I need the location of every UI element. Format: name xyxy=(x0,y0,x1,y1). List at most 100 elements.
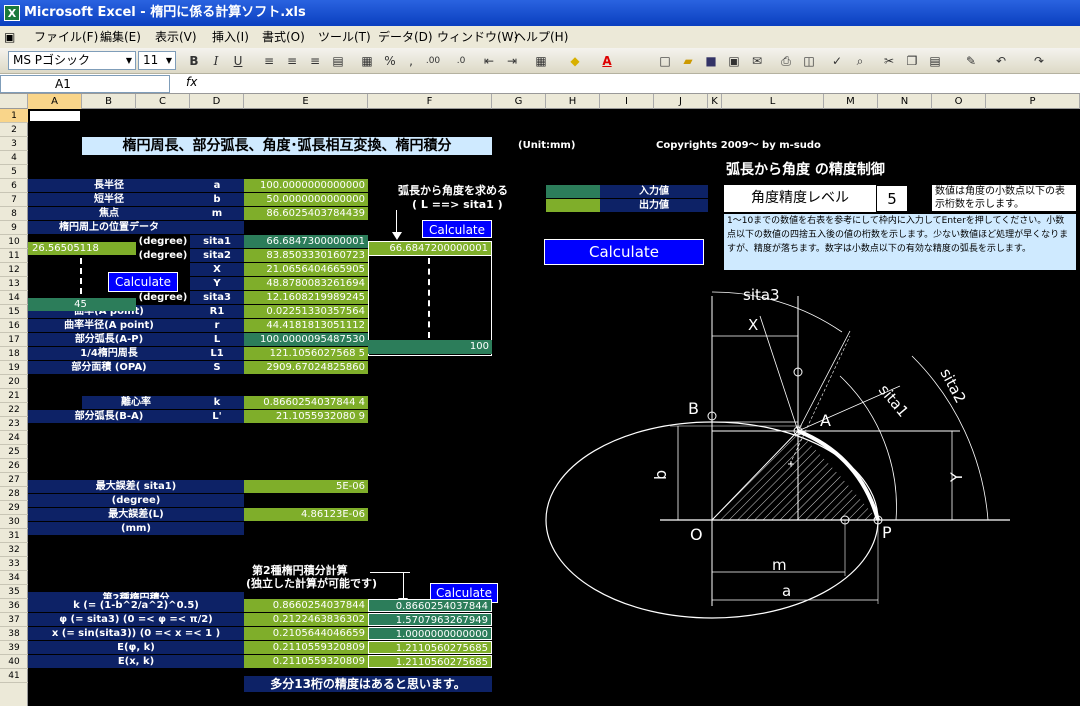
row-header[interactable]: 25 xyxy=(0,445,28,459)
italic-button[interactable]: I xyxy=(207,52,225,70)
calculate-button-3[interactable]: Calculate xyxy=(544,239,704,265)
copy-icon[interactable]: ❐ xyxy=(903,52,921,70)
row-header[interactable]: 41 xyxy=(0,669,28,683)
research-icon[interactable]: ⌕ xyxy=(851,52,869,70)
font-select[interactable]: MS Pゴシック ▼ xyxy=(8,51,136,70)
precision-input[interactable]: 5 xyxy=(876,185,908,212)
menu-window[interactable]: ウィンドウ(W) xyxy=(437,26,518,48)
angle-input-a14[interactable]: 45 xyxy=(28,298,136,311)
row-header[interactable]: 30 xyxy=(0,515,28,529)
col-header[interactable]: J xyxy=(654,94,708,109)
col-header[interactable]: M xyxy=(824,94,878,109)
row-header[interactable]: 6 xyxy=(0,179,28,193)
row-header[interactable]: 27 xyxy=(0,473,28,487)
row-header[interactable]: 13 xyxy=(0,277,28,291)
print-icon[interactable]: ⎙ xyxy=(777,52,795,70)
align-center-icon[interactable]: ≡ xyxy=(283,52,301,70)
col-header[interactable]: H xyxy=(546,94,600,109)
row-header[interactable]: 1 xyxy=(0,109,28,123)
menu-file[interactable]: ファイル(F) xyxy=(34,26,98,48)
menu-insert[interactable]: 挿入(I) xyxy=(212,26,249,48)
percent-icon[interactable]: % xyxy=(381,52,399,70)
doc-icon[interactable]: ▣ xyxy=(4,26,15,48)
col-header[interactable]: B xyxy=(82,94,136,109)
paste-icon[interactable]: ▤ xyxy=(926,52,944,70)
col-header[interactable]: A xyxy=(28,94,82,109)
integral-value-f[interactable]: 0.8660254037844 xyxy=(368,599,492,612)
calculate-button-1[interactable]: Calculate xyxy=(108,272,178,292)
row-header[interactable]: 17 xyxy=(0,333,28,347)
menu-edit[interactable]: 編集(E) xyxy=(100,26,141,48)
col-header[interactable]: D xyxy=(190,94,244,109)
cut-icon[interactable]: ✂ xyxy=(880,52,898,70)
menu-view[interactable]: 表示(V) xyxy=(155,26,197,48)
fx-icon[interactable]: fx xyxy=(186,75,197,89)
col-header[interactable]: I xyxy=(600,94,654,109)
mail-icon[interactable]: ✉ xyxy=(748,52,766,70)
name-box[interactable]: A1 xyxy=(0,75,170,93)
row-header[interactable]: 21 xyxy=(0,389,28,403)
row-header[interactable]: 20 xyxy=(0,375,28,389)
row-header[interactable]: 26 xyxy=(0,459,28,473)
menu-help[interactable]: ヘルプ(H) xyxy=(514,26,568,48)
row-header[interactable]: 24 xyxy=(0,431,28,445)
integral-value-f[interactable]: 1.0000000000000 xyxy=(368,627,492,640)
col-header[interactable]: L xyxy=(722,94,824,109)
menu-format[interactable]: 書式(O) xyxy=(262,26,305,48)
bold-button[interactable]: B xyxy=(185,52,203,70)
row-header[interactable]: 8 xyxy=(0,207,28,221)
row-header[interactable]: 7 xyxy=(0,193,28,207)
row-header[interactable]: 31 xyxy=(0,529,28,543)
menu-data[interactable]: データ(D) xyxy=(378,26,433,48)
col-header[interactable]: C xyxy=(136,94,190,109)
row-header[interactable]: 37 xyxy=(0,613,28,627)
currency-icon[interactable]: ▦ xyxy=(358,52,376,70)
row-header[interactable]: 2 xyxy=(0,123,28,137)
row-header[interactable]: 12 xyxy=(0,263,28,277)
format-painter-icon[interactable]: ✎ xyxy=(962,52,980,70)
col-header[interactable]: G xyxy=(492,94,546,109)
calculate-button-2[interactable]: Calculate xyxy=(422,220,492,238)
indent-icon[interactable]: ⇥ xyxy=(503,52,521,70)
active-cell[interactable] xyxy=(28,109,82,123)
row-header[interactable]: 11 xyxy=(0,249,28,263)
col-header[interactable]: O xyxy=(932,94,986,109)
fill-color-icon[interactable]: ◆ xyxy=(566,52,584,70)
preview-icon[interactable]: ◫ xyxy=(800,52,818,70)
row-header[interactable]: 33 xyxy=(0,557,28,571)
row-header[interactable]: 36 xyxy=(0,599,28,613)
row-header[interactable]: 18 xyxy=(0,347,28,361)
row-header[interactable]: 34 xyxy=(0,571,28,585)
col-header[interactable]: F xyxy=(368,94,492,109)
col-header[interactable]: K xyxy=(708,94,722,109)
comma-icon[interactable]: , xyxy=(402,52,420,70)
save-icon[interactable]: ■ xyxy=(702,52,720,70)
row-header[interactable]: 23 xyxy=(0,417,28,431)
row-header[interactable]: 32 xyxy=(0,543,28,557)
row-header[interactable]: 9 xyxy=(0,221,28,235)
select-all[interactable] xyxy=(0,94,28,109)
row-header[interactable]: 22 xyxy=(0,403,28,417)
row-header[interactable]: 28 xyxy=(0,487,28,501)
redo-icon[interactable]: ↷ xyxy=(1030,52,1048,70)
increase-decimal-icon[interactable]: .00 xyxy=(424,52,442,70)
underline-button[interactable]: U xyxy=(229,52,247,70)
font-color-button[interactable]: A xyxy=(598,52,616,70)
undo-icon[interactable]: ↶ xyxy=(992,52,1010,70)
col-header[interactable]: N xyxy=(878,94,932,109)
row-header[interactable]: 19 xyxy=(0,361,28,375)
permission-icon[interactable]: ▣ xyxy=(725,52,743,70)
outdent-icon[interactable]: ⇤ xyxy=(480,52,498,70)
row-value[interactable]: 66.6847300000001 xyxy=(244,235,368,248)
merge-icon[interactable]: ▤ xyxy=(329,52,347,70)
row-header[interactable]: 10 xyxy=(0,235,28,249)
row-header[interactable]: 16 xyxy=(0,319,28,333)
menu-tools[interactable]: ツール(T) xyxy=(318,26,371,48)
row-header[interactable]: 35 xyxy=(0,585,28,599)
row-header[interactable]: 14 xyxy=(0,291,28,305)
row-header[interactable]: 40 xyxy=(0,655,28,669)
spelling-icon[interactable]: ✓ xyxy=(828,52,846,70)
arc-input-f17[interactable]: 100 xyxy=(368,340,492,354)
open-icon[interactable]: ▰ xyxy=(679,52,697,70)
col-header[interactable]: P xyxy=(986,94,1080,109)
